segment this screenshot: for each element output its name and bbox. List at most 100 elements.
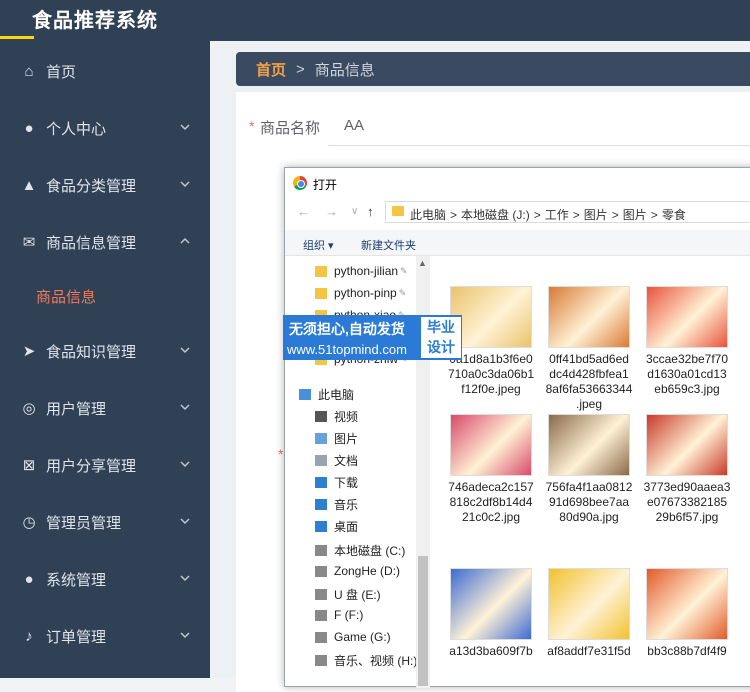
sidebar-item-1[interactable]: ● 个人中心: [0, 108, 210, 148]
file-thumbnail: [450, 568, 532, 640]
up-arrow-icon[interactable]: ↑: [367, 204, 374, 219]
drive-icon: [315, 655, 327, 666]
file-thumbnail: [548, 414, 630, 476]
tree-item[interactable]: python-pinp ✎: [315, 286, 406, 300]
product-name-input[interactable]: AA: [328, 108, 750, 146]
chevron-down-icon: [180, 461, 190, 468]
file-name-line: f12f0e.jpeg: [461, 382, 521, 396]
sidebar-item-0[interactable]: ⌂ 首页: [0, 51, 210, 91]
sidebar-subitem-product-info[interactable]: 商品信息: [36, 286, 96, 307]
tree-item[interactable]: 音乐: [315, 496, 358, 513]
new-folder-button[interactable]: 新建文件夹: [361, 237, 416, 253]
tree-item[interactable]: U 盘 (E:): [315, 586, 381, 603]
file-tile[interactable]: 3ccae32be7f70 d1630a01cd13 eb659c3.jpg: [641, 286, 733, 397]
sidebar-item-4[interactable]: ➤ 食品知识管理: [0, 331, 210, 371]
tree-item-label: 音乐: [334, 498, 359, 512]
file-tile[interactable]: 756fa4f1aa0812 91d698bee7aa 80d90a.jpg: [543, 414, 635, 525]
dialog-title-bar: 打开: [285, 168, 750, 198]
sidebar-item-7[interactable]: ◷ 管理员管理: [0, 502, 210, 542]
file-name-line: dc4d428fbfea1: [549, 367, 629, 381]
chevron-down-icon: [180, 404, 190, 411]
address-bar[interactable]: 此电脑 > 本地磁盘 (J:) > 工作 > 图片 > 图片 > 零食: [385, 201, 750, 223]
tree-item[interactable]: 文档: [315, 452, 358, 469]
dialog-title: 打开: [313, 178, 338, 192]
organize-menu[interactable]: 组织 ▾: [303, 237, 334, 253]
path-segment[interactable]: 图片: [584, 208, 608, 222]
sidebar-item-label: 食品知识管理: [46, 343, 137, 361]
sidebar-item-6[interactable]: ⊠ 用户分享管理: [0, 445, 210, 485]
path-separator: >: [611, 208, 619, 222]
file-tile[interactable]: 0ff41bd5ad6ed dc4d428fbfea1 8af6fa53663344…: [543, 286, 635, 412]
tree-item-label: 此电脑: [318, 388, 355, 402]
file-name-line: bb3c88b7df4f9: [647, 644, 727, 658]
tree-item[interactable]: 音乐、视频 (H:): [315, 652, 417, 669]
tree-item-label: python-pinp: [334, 286, 397, 300]
tree-item[interactable]: Game (G:): [315, 630, 391, 644]
user-icon: ●: [24, 119, 34, 137]
scroll-up-icon[interactable]: ▲: [418, 258, 427, 268]
file-tile[interactable]: a13d3ba609f7b: [445, 568, 537, 659]
product-name-label: 商品名称: [260, 120, 321, 137]
tree-item-label: U 盘 (E:): [334, 588, 381, 602]
sidebar-item-label: 用户管理: [46, 400, 107, 418]
pin-icon: ✎: [398, 287, 407, 298]
sidebar-item-label: 管理员管理: [46, 514, 122, 532]
folder-icon: [315, 265, 327, 277]
sidebar-item-9[interactable]: ♪ 订单管理: [0, 616, 210, 656]
tree-item[interactable]: 图片: [315, 430, 358, 447]
tree-item-label: 视频: [334, 410, 359, 424]
watermark-banner: 无须担心,自动发货 www.51topmind.com 毕业设计: [283, 315, 462, 360]
file-name-line: 3ccae32be7f70: [645, 352, 729, 366]
clock-icon: ◷: [22, 514, 36, 531]
download-icon: [315, 477, 327, 488]
file-tile[interactable]: bb3c88b7df4f9: [641, 568, 733, 659]
music-icon: [315, 499, 327, 510]
folder-icon: [392, 206, 404, 216]
microphone-icon: ♪: [25, 627, 33, 645]
tree-item[interactable]: 此电脑: [299, 386, 354, 403]
home-icon: ⌂: [24, 62, 34, 80]
recent-chevron-icon[interactable]: ∨: [351, 206, 358, 217]
sidebar-item-label: 个人中心: [46, 120, 107, 138]
tree-item-label: 图片: [334, 432, 359, 446]
path-segment[interactable]: 图片: [623, 208, 647, 222]
tree-item[interactable]: python-jilian ✎: [315, 264, 408, 278]
sidebar-item-label: 系统管理: [46, 571, 107, 589]
tree-item-label: python-jilian: [334, 264, 399, 278]
tree-item[interactable]: F (F:): [315, 608, 363, 622]
breadcrumb-home[interactable]: 首页: [256, 59, 286, 80]
watermark-line2: www.51topmind.com: [287, 342, 407, 357]
forward-arrow-icon[interactable]: →: [325, 204, 338, 219]
folder-icon: [315, 287, 327, 299]
path-segment[interactable]: 零食: [662, 208, 686, 222]
file-tile[interactable]: af8addf7e31f5d: [543, 568, 635, 659]
sidebar-item-2[interactable]: ▲ 食品分类管理: [0, 165, 210, 205]
file-open-dialog: 打开 ← → ∨ ↑ 此电脑 > 本地磁盘 (J:) > 工作 > 图片 > 图片 > 零食 组织 …: [284, 167, 750, 688]
chevron-down-icon: [180, 632, 190, 639]
sidebar-item-8[interactable]: ● 系统管理: [0, 559, 210, 599]
tree-item[interactable]: ZongHe (D:): [315, 564, 400, 578]
tree-item[interactable]: 桌面: [315, 518, 358, 535]
tree-item[interactable]: 视频: [315, 408, 358, 425]
sidebar-item-3[interactable]: ✉ 商品信息管理: [0, 222, 210, 262]
file-name-line: e07673382185: [646, 495, 728, 509]
path-segment[interactable]: 此电脑: [410, 208, 446, 222]
file-tile[interactable]: 746adeca2c157 818c2df8b14d4 21c0c2.jpg: [445, 414, 537, 525]
tree-item[interactable]: 下载: [315, 474, 358, 491]
send-icon: ➤: [22, 343, 36, 360]
back-arrow-icon[interactable]: ←: [297, 204, 310, 219]
sidebar-item-5[interactable]: ◎ 用户管理: [0, 388, 210, 428]
scroll-thumb[interactable]: [418, 556, 428, 686]
file-thumbnail: [548, 568, 630, 640]
file-name-line: 3773ed90aaea3: [643, 480, 731, 494]
chevron-down-icon: [180, 518, 190, 525]
file-thumbnail: [646, 286, 728, 348]
path-segment[interactable]: 本地磁盘 (J:): [461, 208, 530, 222]
path-separator: >: [450, 208, 458, 222]
path-breadcrumb: 此电脑 > 本地磁盘 (J:) > 工作 > 图片 > 图片 > 零食: [410, 206, 690, 223]
file-tile[interactable]: 3773ed90aaea3 e07673382185 29b6f57.jpg: [641, 414, 733, 525]
drive-icon: [315, 545, 327, 556]
path-segment[interactable]: 工作: [545, 208, 569, 222]
tree-item[interactable]: 本地磁盘 (C:): [315, 542, 405, 559]
path-separator: >: [533, 208, 541, 222]
